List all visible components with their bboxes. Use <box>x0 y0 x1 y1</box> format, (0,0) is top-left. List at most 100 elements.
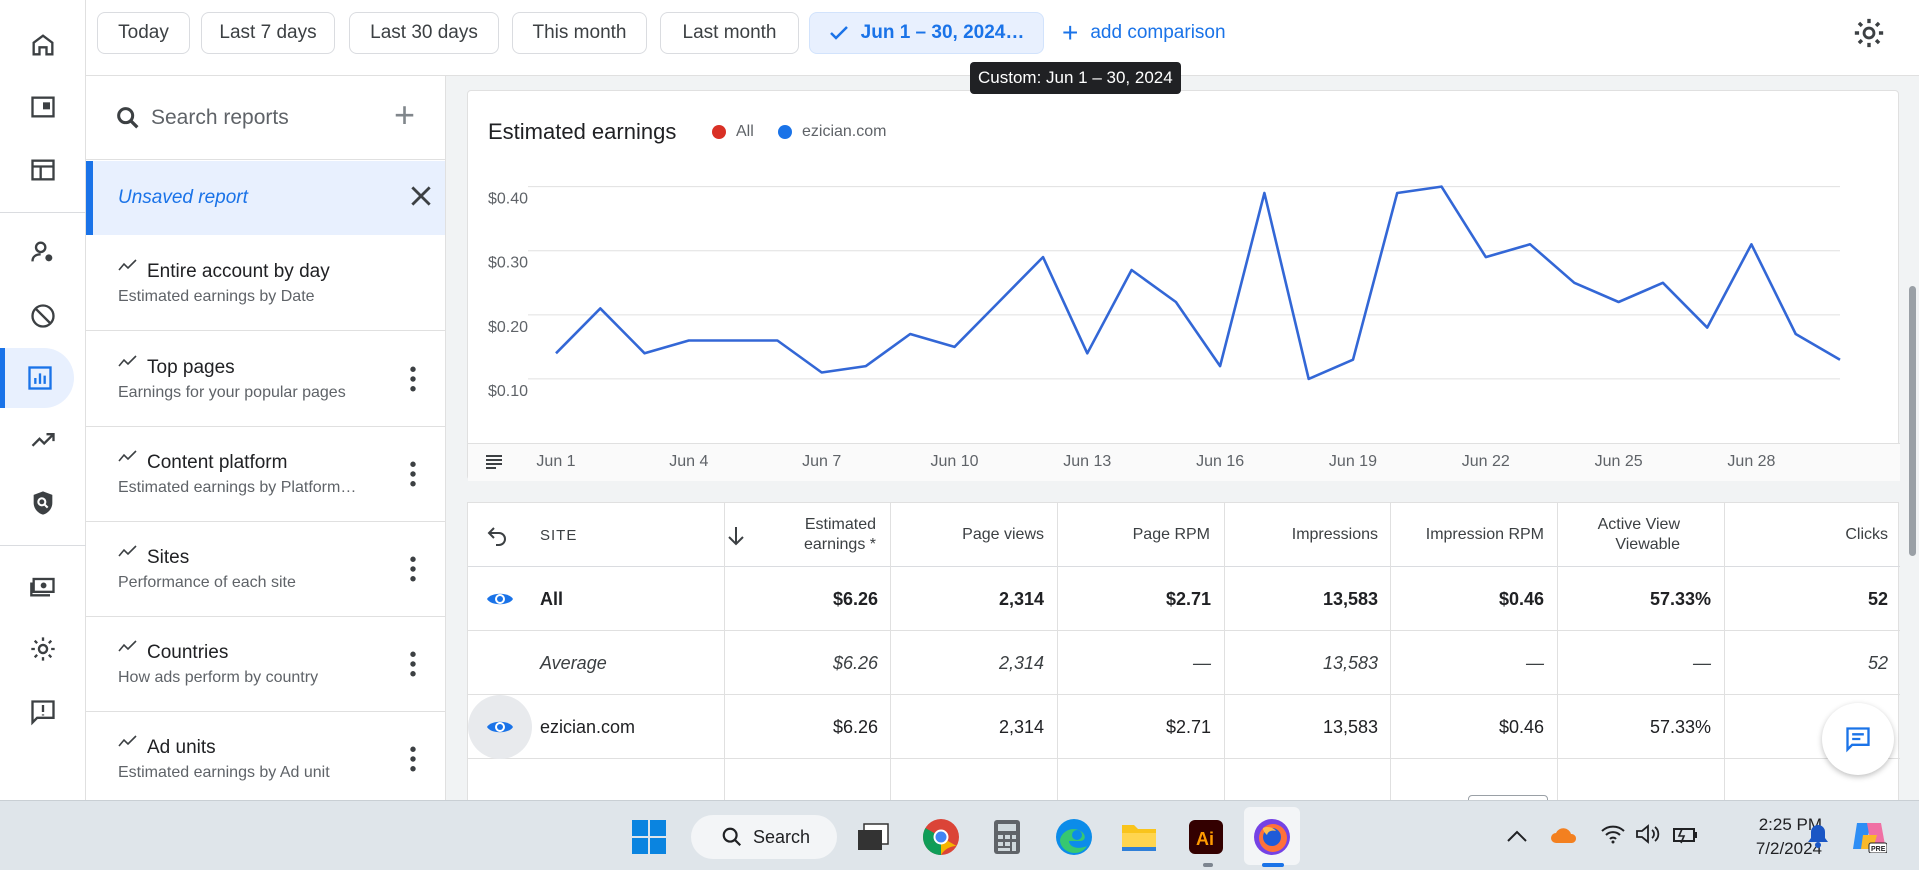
data-point[interactable] <box>1126 264 1138 276</box>
data-point[interactable] <box>816 367 828 379</box>
series-line[interactable] <box>555 185 1841 381</box>
nav-sites[interactable] <box>0 140 86 200</box>
close-icon[interactable] <box>408 183 434 209</box>
scroll-thumb[interactable] <box>1909 286 1916 556</box>
data-point[interactable] <box>904 328 916 340</box>
feedback-fab[interactable] <box>1822 703 1912 775</box>
taskbar-search[interactable]: Search <box>691 815 837 859</box>
table-row[interactable]: All $6.26 2,314 $2.71 13,583 $0.46 57.33… <box>468 567 1900 631</box>
data-point[interactable] <box>860 360 872 372</box>
col-site[interactable]: SITE <box>540 503 577 567</box>
illustrator-button[interactable]: Ai <box>1184 815 1228 859</box>
nav-reports[interactable] <box>0 348 74 408</box>
report-item[interactable]: Countries How ads perform by country <box>86 617 445 712</box>
system-clock[interactable]: 2:25 PM 7/2/2024 <box>1712 813 1822 861</box>
gear-icon[interactable] <box>1852 16 1886 50</box>
chevron-up-icon[interactable] <box>1506 828 1528 844</box>
file-explorer-button[interactable] <box>1117 815 1161 859</box>
data-point[interactable] <box>1303 373 1315 385</box>
col-estimated-earnings[interactable]: Estimated earnings * <box>756 503 876 567</box>
data-point[interactable] <box>948 341 960 353</box>
chip-custom-range[interactable]: Jun 1 – 30, 2024… <box>809 12 1044 54</box>
col-active-view-viewable[interactable]: Active View Viewable <box>1568 503 1680 567</box>
chip-last-30-days[interactable]: Last 30 days <box>349 12 499 54</box>
col-impressions[interactable]: Impressions <box>1226 503 1378 567</box>
data-point[interactable] <box>1258 187 1270 199</box>
data-point[interactable] <box>1436 181 1448 193</box>
copilot-icon[interactable]: PRE <box>1851 819 1887 853</box>
table-row[interactable]: ezician.com $6.26 2,314 $2.71 13,583 $0.… <box>468 695 1900 759</box>
nav-feedback[interactable] <box>0 682 86 742</box>
visibility-toggle[interactable] <box>468 695 532 759</box>
data-point[interactable] <box>1037 251 1049 263</box>
more-vert-icon[interactable] <box>404 651 422 677</box>
volume-icon[interactable] <box>1635 823 1661 845</box>
nav-privacy[interactable] <box>0 222 86 282</box>
data-point[interactable] <box>1347 354 1359 366</box>
data-point[interactable] <box>1745 238 1757 250</box>
data-point[interactable] <box>1170 296 1182 308</box>
data-point[interactable] <box>1701 322 1713 334</box>
calculator-button[interactable] <box>985 815 1029 859</box>
vertical-scrollbar[interactable] <box>1906 76 1919 800</box>
unsaved-report[interactable]: Unsaved report <box>86 161 445 235</box>
data-point[interactable] <box>771 334 783 346</box>
visibility-toggle[interactable] <box>468 567 532 631</box>
col-clicks[interactable]: Clicks <box>1728 503 1888 567</box>
data-point[interactable] <box>1480 251 1492 263</box>
firefox-button[interactable] <box>1250 815 1294 859</box>
more-vert-icon[interactable] <box>404 461 422 487</box>
data-point[interactable] <box>550 347 562 359</box>
report-item[interactable]: Top pages Earnings for your popular page… <box>86 332 445 427</box>
data-point[interactable] <box>1790 328 1802 340</box>
more-vert-icon[interactable] <box>404 366 422 392</box>
data-point[interactable] <box>1214 360 1226 372</box>
chrome-button[interactable] <box>919 815 963 859</box>
data-point[interactable] <box>1081 347 1093 359</box>
chip-today[interactable]: Today <box>97 12 190 54</box>
report-search[interactable]: Search reports + <box>86 76 445 160</box>
more-vert-icon[interactable] <box>404 746 422 772</box>
data-point[interactable] <box>1568 277 1580 289</box>
report-item[interactable]: Entire account by day Estimated earnings… <box>86 236 445 331</box>
data-point[interactable] <box>993 296 1005 308</box>
nav-blocking[interactable] <box>0 286 86 346</box>
chip-last-month[interactable]: Last month <box>660 12 799 54</box>
col-page-views[interactable]: Page views <box>892 503 1044 567</box>
undo-icon[interactable] <box>485 523 509 547</box>
nav-settings[interactable] <box>0 619 86 679</box>
nav-optimization[interactable] <box>0 410 86 470</box>
start-button[interactable] <box>627 815 671 859</box>
add-report-icon[interactable]: + <box>394 94 415 136</box>
data-point[interactable] <box>639 347 651 359</box>
menu-icon[interactable] <box>484 452 504 472</box>
edge-button[interactable] <box>1052 815 1096 859</box>
report-item[interactable]: Sites Performance of each site <box>86 522 445 617</box>
col-impression-rpm[interactable]: Impression RPM <box>1392 503 1544 567</box>
data-point[interactable] <box>1524 238 1536 250</box>
bell-icon[interactable] <box>1807 823 1829 849</box>
battery-icon[interactable] <box>1670 823 1698 845</box>
legend-item-site[interactable]: ezician.com <box>778 123 886 141</box>
legend-item-all[interactable]: All <box>712 123 754 141</box>
data-point[interactable] <box>1613 296 1625 308</box>
nav-home[interactable] <box>0 15 86 75</box>
task-view-button[interactable] <box>851 815 895 859</box>
chip-this-month[interactable]: This month <box>512 12 647 54</box>
wifi-icon[interactable] <box>1600 823 1626 845</box>
chip-last-7-days[interactable]: Last 7 days <box>201 12 335 54</box>
report-item[interactable]: Ad units Estimated earnings by Ad unit <box>86 712 445 800</box>
add-comparison-button[interactable]: + add comparison <box>1062 12 1226 54</box>
nav-payments[interactable] <box>0 556 86 616</box>
data-point[interactable] <box>1657 277 1669 289</box>
arrow-down-icon[interactable] <box>726 525 746 547</box>
report-item[interactable]: Content platform Estimated earnings by P… <box>86 427 445 522</box>
col-page-rpm[interactable]: Page RPM <box>1058 503 1210 567</box>
cloud-icon[interactable] <box>1550 825 1578 845</box>
data-point[interactable] <box>1834 354 1846 366</box>
data-point[interactable] <box>1391 187 1403 199</box>
more-vert-icon[interactable] <box>404 556 422 582</box>
nav-ads[interactable] <box>0 77 86 137</box>
data-point[interactable] <box>594 302 606 314</box>
nav-brand-safety[interactable] <box>0 473 86 533</box>
